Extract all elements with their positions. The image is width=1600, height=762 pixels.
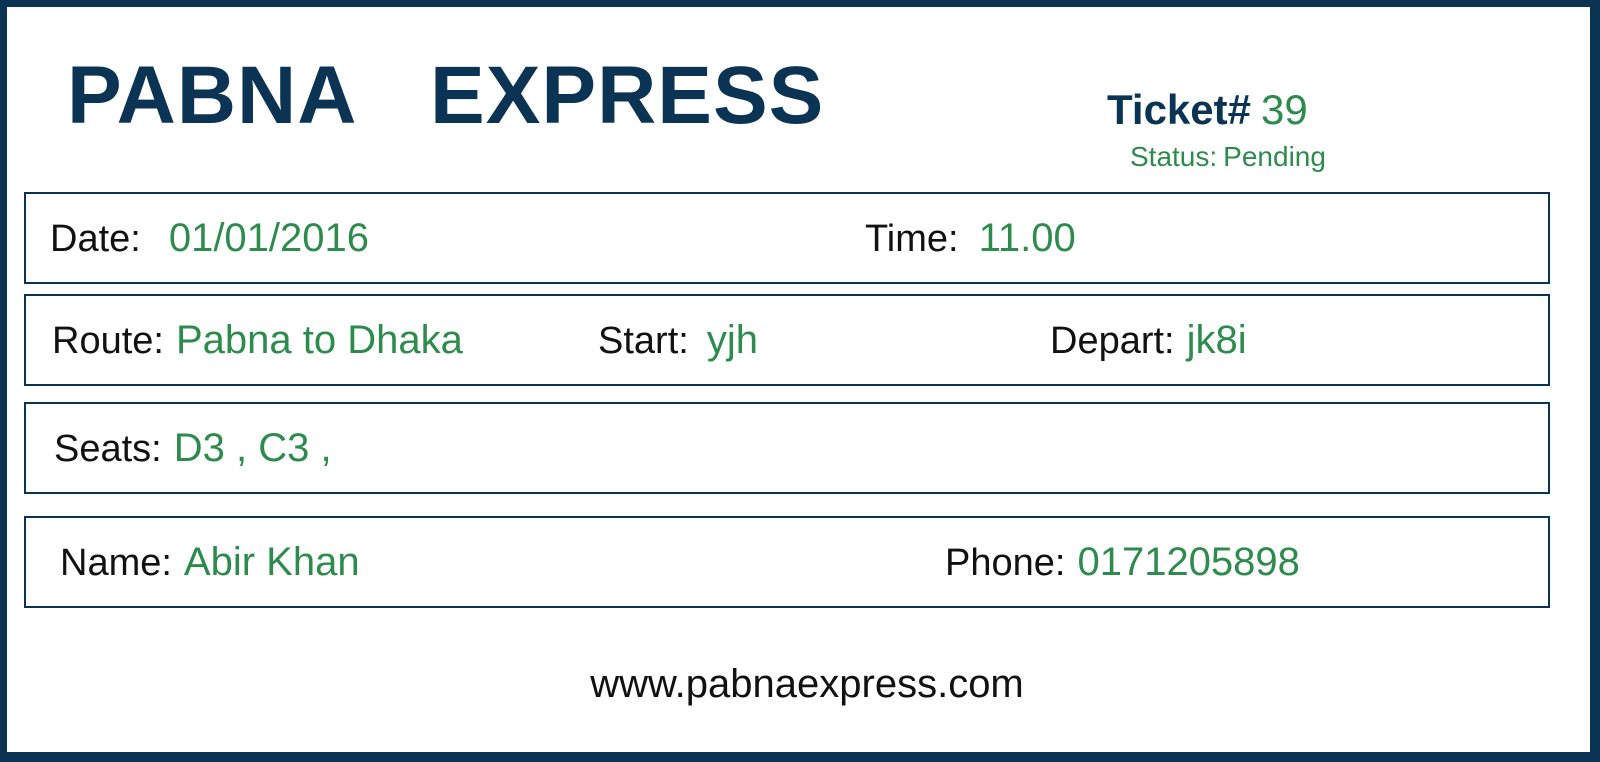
- passenger-row: Name: Abir Khan Phone: 0171205898: [24, 516, 1550, 608]
- start-field: Start: yjh: [598, 320, 758, 360]
- seats-value: D3 , C3 ,: [173, 426, 332, 470]
- depart-label: Depart:: [1050, 320, 1175, 362]
- name-label: Name:: [60, 542, 172, 584]
- seats-label: Seats:: [54, 428, 162, 470]
- ticket-status: Status: Pending: [1130, 143, 1326, 171]
- ticket-number-label: Ticket#: [1107, 86, 1251, 133]
- time-value: 11.00: [978, 216, 1076, 260]
- name-value: Abir Khan: [183, 540, 360, 584]
- phone-value: 0171205898: [1077, 540, 1300, 584]
- status-label: Status:: [1130, 141, 1218, 172]
- depart-field: Depart: jk8i: [1050, 320, 1247, 360]
- date-time-row: Date: 01/01/2016 Time: 11.00: [24, 192, 1550, 284]
- date-field: Date: 01/01/2016: [50, 218, 369, 258]
- phone-field: Phone: 0171205898: [945, 542, 1300, 582]
- start-label: Start:: [598, 320, 689, 362]
- route-row: Route: Pabna to Dhaka Start: yjh Depart: jk…: [24, 294, 1550, 386]
- date-value: 01/01/2016: [168, 216, 370, 260]
- ticket-number: Ticket# 39: [1107, 89, 1308, 131]
- status-value: Pending: [1223, 141, 1326, 172]
- date-label: Date:: [50, 218, 141, 260]
- website-url: www.pabnaexpress.com: [590, 662, 1024, 706]
- route-label: Route:: [52, 320, 164, 362]
- phone-label: Phone:: [945, 542, 1066, 584]
- seats-row: Seats: D3 , C3 ,: [24, 402, 1550, 494]
- time-label: Time:: [865, 218, 959, 260]
- route-value: Pabna to Dhaka: [175, 318, 463, 362]
- seats-field: Seats: D3 , C3 ,: [54, 428, 332, 468]
- start-value: yjh: [706, 318, 758, 362]
- route-field: Route: Pabna to Dhaka: [52, 320, 463, 360]
- depart-value: jk8i: [1186, 318, 1247, 362]
- brand-title: PABNA EXPRESS: [67, 50, 825, 141]
- time-field: Time: 11.00: [865, 218, 1076, 258]
- name-field: Name: Abir Khan: [60, 542, 360, 582]
- bus-ticket: PABNA EXPRESS Ticket# 39 Status: Pending D…: [0, 0, 1600, 762]
- ticket-number-value: 39: [1261, 86, 1308, 133]
